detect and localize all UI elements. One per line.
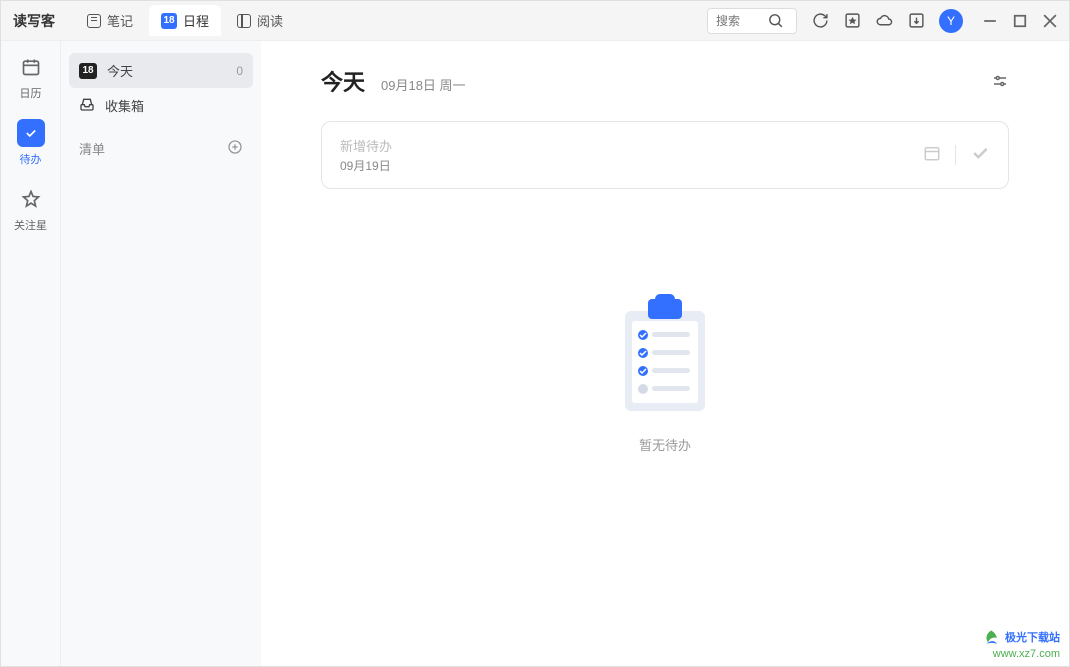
confirm-icon[interactable]: [970, 143, 990, 168]
rail-star[interactable]: 关注星: [14, 185, 47, 233]
settings-icon[interactable]: [991, 72, 1009, 95]
minimize-button[interactable]: [983, 14, 997, 28]
watermark: 极光下载站 www.xz7.com: [982, 629, 1060, 661]
rail-todo[interactable]: 待办: [17, 119, 45, 167]
maximize-button[interactable]: [1013, 14, 1027, 28]
sidebar-item-inbox[interactable]: 收集箱: [69, 88, 253, 123]
todo-icon: [17, 119, 45, 147]
tab-read[interactable]: 阅读: [225, 5, 295, 36]
calendar-date-icon: 18: [161, 13, 177, 29]
sidebar-item-today[interactable]: 18 今天 0: [69, 53, 253, 88]
divider: [955, 145, 956, 165]
import-icon[interactable]: [907, 12, 925, 30]
search-icon[interactable]: [766, 12, 784, 30]
main-content: 今天 09月18日 周一 新增待办 09月19日: [261, 41, 1069, 666]
page-title: 今天: [321, 65, 365, 97]
sync-icon[interactable]: [811, 12, 829, 30]
cloud-icon[interactable]: [875, 12, 893, 30]
add-list-button[interactable]: [227, 139, 243, 158]
app-name: 读写客: [13, 11, 55, 31]
left-rail: 日历 待办 关注星: [1, 41, 61, 666]
close-button[interactable]: [1043, 14, 1057, 28]
date-picker-icon[interactable]: [923, 144, 941, 167]
book-icon: [237, 14, 251, 28]
sidebar-inbox-label: 收集箱: [105, 96, 144, 115]
watermark-line2: www.xz7.com: [982, 647, 1060, 661]
rail-calendar-label: 日历: [20, 85, 42, 101]
top-bar: 读写客 笔记 18 日程 阅读: [1, 1, 1069, 41]
calendar-icon: [17, 53, 45, 81]
clipboard-empty-icon: [610, 289, 720, 419]
notes-icon: [87, 14, 101, 28]
rail-star-label: 关注星: [14, 217, 47, 233]
tab-notes[interactable]: 笔记: [75, 5, 145, 36]
new-todo-card[interactable]: 新增待办 09月19日: [321, 121, 1009, 189]
star-icon: [17, 185, 45, 213]
date-badge-icon: 18: [79, 63, 97, 79]
sidebar-section-lists: 清单: [69, 131, 253, 166]
tab-read-label: 阅读: [257, 11, 283, 30]
search-input[interactable]: [716, 14, 766, 28]
empty-state: 暂无待办: [321, 289, 1009, 454]
sidebar-today-label: 今天: [107, 61, 133, 80]
watermark-logo-icon: [982, 629, 1000, 647]
rail-calendar[interactable]: 日历: [17, 53, 45, 101]
tab-schedule-label: 日程: [183, 11, 209, 30]
inbox-icon: [79, 96, 95, 115]
search-box[interactable]: [707, 8, 797, 34]
tab-schedule[interactable]: 18 日程: [149, 5, 221, 36]
empty-text: 暂无待办: [639, 435, 691, 454]
page-date: 09月18日 周一: [381, 75, 466, 94]
sidebar: 18 今天 0 收集箱 清单: [61, 41, 261, 666]
sidebar-today-count: 0: [236, 64, 243, 78]
todo-sub-date: 09月19日: [340, 157, 923, 174]
tab-notes-label: 笔记: [107, 11, 133, 30]
rail-todo-label: 待办: [20, 151, 42, 167]
section-list-label: 清单: [79, 139, 105, 158]
watermark-line1: 极光下载站: [1005, 632, 1060, 644]
avatar[interactable]: Y: [939, 9, 963, 33]
main-tabs: 笔记 18 日程 阅读: [75, 5, 295, 36]
star-box-icon[interactable]: [843, 12, 861, 30]
todo-placeholder: 新增待办: [340, 136, 923, 155]
